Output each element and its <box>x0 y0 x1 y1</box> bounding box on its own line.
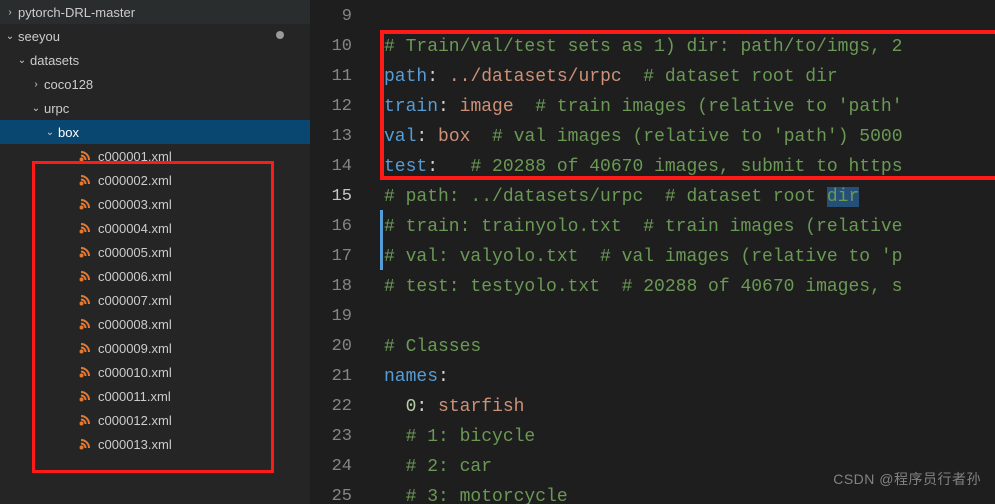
line-number: 17 <box>310 242 378 272</box>
line-number: 18 <box>310 272 378 302</box>
file-label: c000010.xml <box>98 365 172 380</box>
line-number: 16 <box>310 212 378 242</box>
code-line[interactable]: path: ../datasets/urpc # dataset root di… <box>384 62 995 92</box>
tree-folder-seeyou[interactable]: ⌄ seeyou <box>0 24 310 48</box>
tree-file[interactable]: c000001.xml <box>0 144 310 168</box>
xml-file-icon <box>76 339 94 357</box>
code-line[interactable]: # Classes <box>384 332 995 362</box>
line-number: 15 <box>310 182 378 212</box>
tree-file[interactable]: c000007.xml <box>0 288 310 312</box>
code-line[interactable]: # val: valyolo.txt # val images (relativ… <box>384 242 995 272</box>
folder-label: seeyou <box>18 29 60 44</box>
line-number: 20 <box>310 332 378 362</box>
file-label: c000009.xml <box>98 341 172 356</box>
file-label: c000002.xml <box>98 173 172 188</box>
line-number: 23 <box>310 422 378 452</box>
chevron-down-icon: ⌄ <box>42 124 58 140</box>
tree-file[interactable]: c000004.xml <box>0 216 310 240</box>
code-line[interactable] <box>384 2 995 32</box>
file-label: c000004.xml <box>98 221 172 236</box>
code-line[interactable]: # 1: bicycle <box>384 422 995 452</box>
xml-file-icon <box>76 363 94 381</box>
xml-file-icon <box>76 195 94 213</box>
watermark-text: CSDN @程序员行者孙 <box>833 464 981 494</box>
code-line[interactable]: 0: starfish <box>384 392 995 422</box>
tree-file[interactable]: c000009.xml <box>0 336 310 360</box>
file-label: c000005.xml <box>98 245 172 260</box>
xml-file-icon <box>76 291 94 309</box>
line-number: 9 <box>310 2 378 32</box>
folder-label: box <box>58 125 79 140</box>
file-label: c000008.xml <box>98 317 172 332</box>
tree-folder-box[interactable]: ⌄ box <box>0 120 310 144</box>
chevron-down-icon: ⌄ <box>14 52 30 68</box>
line-number: 22 <box>310 392 378 422</box>
file-label: c000003.xml <box>98 197 172 212</box>
line-number: 11 <box>310 62 378 92</box>
xml-file-icon <box>76 387 94 405</box>
code-line[interactable]: train: image # train images (relative to… <box>384 92 995 122</box>
tree-file[interactable]: c000013.xml <box>0 432 310 456</box>
file-label: c000011.xml <box>98 389 171 404</box>
code-line[interactable]: test: # 20288 of 40670 images, submit to… <box>384 152 995 182</box>
xml-file-icon <box>76 147 94 165</box>
line-number-gutter: 910111213141516171819202122232425 <box>310 0 378 504</box>
xml-file-icon <box>76 243 94 261</box>
xml-file-icon <box>76 171 94 189</box>
xml-file-icon <box>76 219 94 237</box>
line-number: 12 <box>310 92 378 122</box>
line-number: 10 <box>310 32 378 62</box>
line-number: 19 <box>310 302 378 332</box>
change-bar-icon <box>380 210 383 270</box>
code-editor[interactable]: 910111213141516171819202122232425 # Trai… <box>310 0 995 504</box>
tree-folder-coco128[interactable]: › coco128 <box>0 72 310 96</box>
code-line[interactable] <box>384 302 995 332</box>
chevron-right-icon: › <box>2 4 18 20</box>
file-label: c000007.xml <box>98 293 172 308</box>
code-line[interactable]: val: box # val images (relative to 'path… <box>384 122 995 152</box>
xml-file-icon <box>76 315 94 333</box>
line-number: 21 <box>310 362 378 392</box>
tree-file[interactable]: c000005.xml <box>0 240 310 264</box>
explorer-sidebar: › pytorch-DRL-master ⌄ seeyou ⌄ datasets… <box>0 0 310 504</box>
tree-file[interactable]: c000010.xml <box>0 360 310 384</box>
xml-file-icon <box>76 435 94 453</box>
tree-file[interactable]: c000002.xml <box>0 168 310 192</box>
line-number: 24 <box>310 452 378 482</box>
file-label: c000012.xml <box>98 413 172 428</box>
xml-file-icon <box>76 411 94 429</box>
tree-folder-pytorch[interactable]: › pytorch-DRL-master <box>0 0 310 24</box>
file-label: c000013.xml <box>98 437 172 452</box>
line-number: 13 <box>310 122 378 152</box>
folder-label: datasets <box>30 53 79 68</box>
folder-label: pytorch-DRL-master <box>18 5 135 20</box>
xml-file-icon <box>76 267 94 285</box>
tree-file[interactable]: c000003.xml <box>0 192 310 216</box>
folder-label: urpc <box>44 101 69 116</box>
tree-folder-datasets[interactable]: ⌄ datasets <box>0 48 310 72</box>
change-bar-icon <box>380 60 383 180</box>
code-line[interactable]: names: <box>384 362 995 392</box>
code-line[interactable]: # test: testyolo.txt # 20288 of 40670 im… <box>384 272 995 302</box>
line-number: 14 <box>310 152 378 182</box>
file-label: c000001.xml <box>98 149 172 164</box>
chevron-right-icon: › <box>28 76 44 92</box>
file-label: c000006.xml <box>98 269 172 284</box>
folder-label: coco128 <box>44 77 93 92</box>
chevron-down-icon: ⌄ <box>2 28 18 44</box>
tree-file[interactable]: c000006.xml <box>0 264 310 288</box>
code-line[interactable]: # path: ../datasets/urpc # dataset root … <box>384 182 995 212</box>
chevron-down-icon: ⌄ <box>28 100 44 116</box>
code-line[interactable]: # train: trainyolo.txt # train images (r… <box>384 212 995 242</box>
file-tree: › pytorch-DRL-master ⌄ seeyou ⌄ datasets… <box>0 0 310 456</box>
code-line[interactable]: # Train/val/test sets as 1) dir: path/to… <box>384 32 995 62</box>
modified-indicator-icon <box>276 31 284 39</box>
tree-folder-urpc[interactable]: ⌄ urpc <box>0 96 310 120</box>
tree-file[interactable]: c000011.xml <box>0 384 310 408</box>
code-content[interactable]: # Train/val/test sets as 1) dir: path/to… <box>384 2 995 504</box>
line-number: 25 <box>310 482 378 504</box>
tree-file[interactable]: c000012.xml <box>0 408 310 432</box>
tree-file[interactable]: c000008.xml <box>0 312 310 336</box>
